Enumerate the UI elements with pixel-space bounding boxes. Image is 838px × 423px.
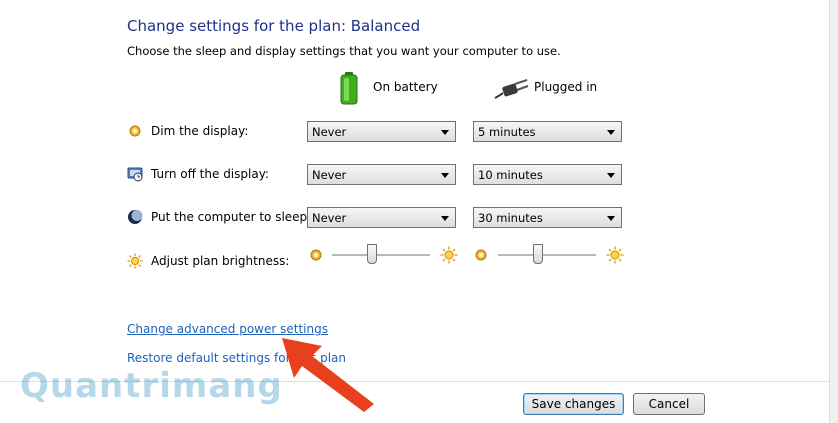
sleep-on-battery-select[interactable]: Never (307, 207, 456, 228)
dim-display-on-battery-select[interactable]: Never (307, 121, 456, 142)
dim-display-icon (129, 125, 141, 137)
dim-sun-icon (310, 249, 322, 261)
chevron-down-icon (441, 173, 449, 178)
select-value: 30 minutes (478, 211, 543, 225)
brightness-icon (127, 253, 143, 269)
dim-display-label: Dim the display: (151, 124, 249, 138)
select-value: 5 minutes (478, 125, 536, 139)
save-changes-button[interactable]: Save changes (523, 393, 624, 415)
page-title: Change settings for the plan: Balanced (127, 17, 421, 35)
select-value: Never (312, 211, 347, 225)
chevron-down-icon (607, 130, 615, 135)
dim-sun-icon (475, 249, 487, 261)
page-subtitle: Choose the sleep and display settings th… (127, 44, 561, 58)
annotation-arrow-icon (282, 338, 374, 412)
brightness-label: Adjust plan brightness: (151, 254, 290, 268)
slider-track (498, 254, 596, 257)
chevron-down-icon (441, 216, 449, 221)
on-battery-header: On battery (373, 80, 438, 94)
dim-display-plugged-in-select[interactable]: 5 minutes (473, 121, 622, 142)
cancel-button[interactable]: Cancel (633, 393, 705, 415)
select-value: Never (312, 125, 347, 139)
watermark-logo: Quantrimang (20, 366, 283, 406)
turn-off-display-on-battery-select[interactable]: Never (307, 164, 456, 185)
slider-thumb[interactable] (367, 244, 377, 264)
select-value: Never (312, 168, 347, 182)
brightness-on-battery-slider[interactable] (332, 243, 430, 267)
plugged-in-header: Plugged in (534, 80, 598, 94)
chevron-down-icon (441, 130, 449, 135)
turn-off-display-plugged-in-select[interactable]: 10 minutes (473, 164, 622, 185)
display-off-icon (127, 167, 143, 182)
slider-track (332, 254, 430, 257)
bright-sun-icon (440, 246, 458, 264)
window-edge (829, 0, 838, 423)
bright-sun-icon (606, 246, 624, 264)
sleep-label: Put the computer to sleep: (151, 210, 312, 224)
battery-icon (340, 72, 358, 105)
slider-thumb[interactable] (533, 244, 543, 264)
sleep-icon (128, 210, 143, 224)
plug-icon (494, 79, 529, 99)
sleep-plugged-in-select[interactable]: 30 minutes (473, 207, 622, 228)
chevron-down-icon (607, 173, 615, 178)
select-value: 10 minutes (478, 168, 543, 182)
brightness-plugged-in-slider[interactable] (498, 243, 596, 267)
chevron-down-icon (607, 216, 615, 221)
turn-off-display-label: Turn off the display: (151, 167, 269, 181)
